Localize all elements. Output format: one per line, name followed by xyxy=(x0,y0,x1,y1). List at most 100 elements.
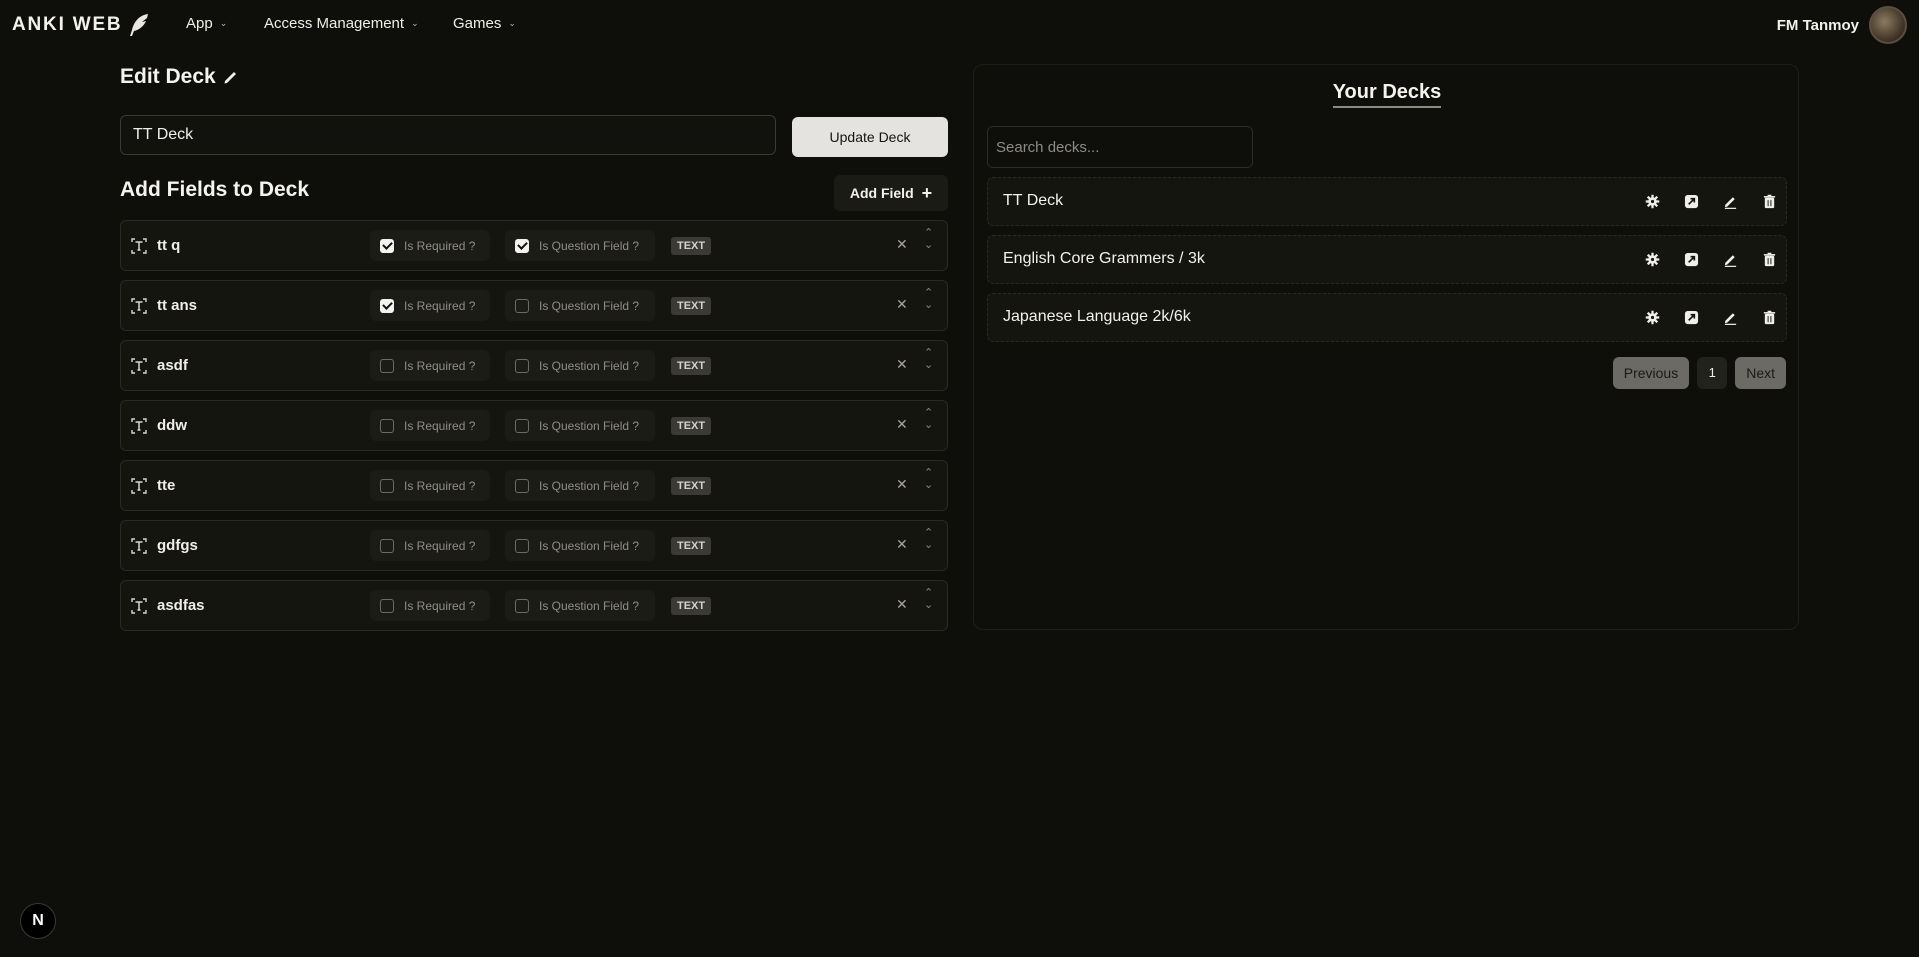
menu-access-management[interactable]: Access Management ⌄ xyxy=(264,15,419,32)
menu-app[interactable]: App ⌄ xyxy=(186,15,227,32)
field-row: gdfgs Is Required ? Is Question Field ? … xyxy=(120,520,948,571)
is-required-checkbox[interactable] xyxy=(380,358,394,373)
is-question-toggle[interactable]: Is Question Field ? xyxy=(505,470,655,501)
open-external-icon[interactable] xyxy=(1683,309,1700,326)
is-question-checkbox[interactable] xyxy=(515,478,529,493)
remove-field-icon[interactable]: ✕ xyxy=(896,536,908,553)
previous-button[interactable]: Previous xyxy=(1612,357,1690,389)
field-name: tt ans xyxy=(157,297,198,314)
pagination: Previous 1 Next xyxy=(1612,357,1786,389)
is-question-checkbox[interactable] xyxy=(515,418,529,433)
reorder-controls: ⌃ ⌄ xyxy=(924,227,933,251)
is-question-toggle[interactable]: Is Question Field ? xyxy=(505,530,655,561)
is-required-checkbox[interactable] xyxy=(380,598,394,613)
move-down-icon[interactable]: ⌄ xyxy=(924,479,933,491)
your-decks-panel: Your Decks TT Deck English Core Grammers… xyxy=(973,64,1799,630)
move-up-icon[interactable]: ⌃ xyxy=(924,407,933,419)
is-required-toggle[interactable]: Is Required ? xyxy=(370,530,490,561)
deck-name[interactable]: Japanese Language 2k/6k xyxy=(1003,308,1191,326)
deck-name[interactable]: English Core Grammers / 3k xyxy=(1003,250,1205,268)
is-question-toggle[interactable]: Is Question Field ? xyxy=(505,410,655,441)
field-name: tte xyxy=(157,477,176,494)
is-required-checkbox[interactable] xyxy=(380,238,394,253)
add-field-button[interactable]: Add Field + xyxy=(834,175,948,211)
move-up-icon[interactable]: ⌃ xyxy=(924,587,933,599)
move-up-icon[interactable]: ⌃ xyxy=(924,347,933,359)
text-field-icon xyxy=(131,598,147,614)
text-field-icon xyxy=(131,298,147,314)
is-question-checkbox[interactable] xyxy=(515,238,529,253)
is-question-toggle[interactable]: Is Question Field ? xyxy=(505,230,655,261)
remove-field-icon[interactable]: ✕ xyxy=(896,416,908,433)
edit-pencil-icon[interactable] xyxy=(1722,309,1739,326)
is-required-toggle[interactable]: Is Required ? xyxy=(370,290,490,321)
is-question-checkbox[interactable] xyxy=(515,538,529,553)
field-list: tt q Is Required ? Is Question Field ? T… xyxy=(120,220,948,640)
is-required-checkbox[interactable] xyxy=(380,418,394,433)
delete-trash-icon[interactable] xyxy=(1761,193,1778,210)
framework-badge[interactable]: N xyxy=(20,903,56,939)
deck-item[interactable]: TT Deck xyxy=(987,177,1787,226)
remove-field-icon[interactable]: ✕ xyxy=(896,596,908,613)
is-question-toggle[interactable]: Is Question Field ? xyxy=(505,350,655,381)
update-deck-button[interactable]: Update Deck xyxy=(792,117,948,157)
remove-field-icon[interactable]: ✕ xyxy=(896,296,908,313)
avatar[interactable] xyxy=(1869,6,1907,44)
move-up-icon[interactable]: ⌃ xyxy=(924,467,933,479)
is-required-toggle[interactable]: Is Required ? xyxy=(370,590,490,621)
menu-games-label: Games xyxy=(453,15,502,32)
deck-name[interactable]: TT Deck xyxy=(1003,192,1063,210)
deck-name-input[interactable] xyxy=(120,115,776,155)
field-type-badge: TEXT xyxy=(671,537,712,555)
field-name: asdfas xyxy=(157,597,205,614)
open-external-icon[interactable] xyxy=(1683,251,1700,268)
reorder-controls: ⌃ ⌄ xyxy=(924,287,933,311)
is-required-toggle[interactable]: Is Required ? xyxy=(370,230,490,261)
your-decks-title: Your Decks xyxy=(1332,81,1442,108)
user-menu[interactable]: FM Tanmoy xyxy=(1777,6,1907,44)
field-type-badge: TEXT xyxy=(671,297,712,315)
move-up-icon[interactable]: ⌃ xyxy=(924,527,933,539)
is-required-checkbox[interactable] xyxy=(380,478,394,493)
remove-field-icon[interactable]: ✕ xyxy=(896,356,908,373)
is-required-toggle[interactable]: Is Required ? xyxy=(370,410,490,441)
is-required-checkbox[interactable] xyxy=(380,538,394,553)
move-down-icon[interactable]: ⌄ xyxy=(924,419,933,431)
deck-item[interactable]: English Core Grammers / 3k xyxy=(987,235,1787,284)
is-required-toggle[interactable]: Is Required ? xyxy=(370,470,490,501)
open-external-icon[interactable] xyxy=(1683,193,1700,210)
is-question-toggle[interactable]: Is Question Field ? xyxy=(505,590,655,621)
is-question-checkbox[interactable] xyxy=(515,358,529,373)
move-down-icon[interactable]: ⌄ xyxy=(924,599,933,611)
move-down-icon[interactable]: ⌄ xyxy=(924,239,933,251)
is-question-toggle[interactable]: Is Question Field ? xyxy=(505,290,655,321)
menu-games[interactable]: Games ⌄ xyxy=(453,15,516,32)
move-up-icon[interactable]: ⌃ xyxy=(924,227,933,239)
is-required-checkbox[interactable] xyxy=(380,298,394,313)
edit-pencil-icon[interactable] xyxy=(1722,251,1739,268)
delete-trash-icon[interactable] xyxy=(1761,251,1778,268)
settings-gear-icon[interactable] xyxy=(1644,309,1661,326)
remove-field-icon[interactable]: ✕ xyxy=(896,236,908,253)
remove-field-icon[interactable]: ✕ xyxy=(896,476,908,493)
settings-gear-icon[interactable] xyxy=(1644,251,1661,268)
move-down-icon[interactable]: ⌄ xyxy=(924,299,933,311)
is-required-toggle[interactable]: Is Required ? xyxy=(370,350,490,381)
delete-trash-icon[interactable] xyxy=(1761,309,1778,326)
move-down-icon[interactable]: ⌄ xyxy=(924,359,933,371)
is-question-label: Is Question Field ? xyxy=(539,598,640,613)
is-required-label: Is Required ? xyxy=(404,598,476,613)
move-up-icon[interactable]: ⌃ xyxy=(924,287,933,299)
is-question-checkbox[interactable] xyxy=(515,598,529,613)
is-question-checkbox[interactable] xyxy=(515,298,529,313)
field-row: tte Is Required ? Is Question Field ? TE… xyxy=(120,460,948,511)
deck-search-input[interactable] xyxy=(987,126,1253,168)
brand-logo[interactable]: ANKI WEB xyxy=(12,12,152,38)
next-button[interactable]: Next xyxy=(1735,357,1786,389)
edit-pencil-icon[interactable] xyxy=(1722,193,1739,210)
page-number-button[interactable]: 1 xyxy=(1697,357,1728,389)
deck-item[interactable]: Japanese Language 2k/6k xyxy=(987,293,1787,342)
settings-gear-icon[interactable] xyxy=(1644,193,1661,210)
field-name: tt q xyxy=(157,237,181,254)
move-down-icon[interactable]: ⌄ xyxy=(924,539,933,551)
